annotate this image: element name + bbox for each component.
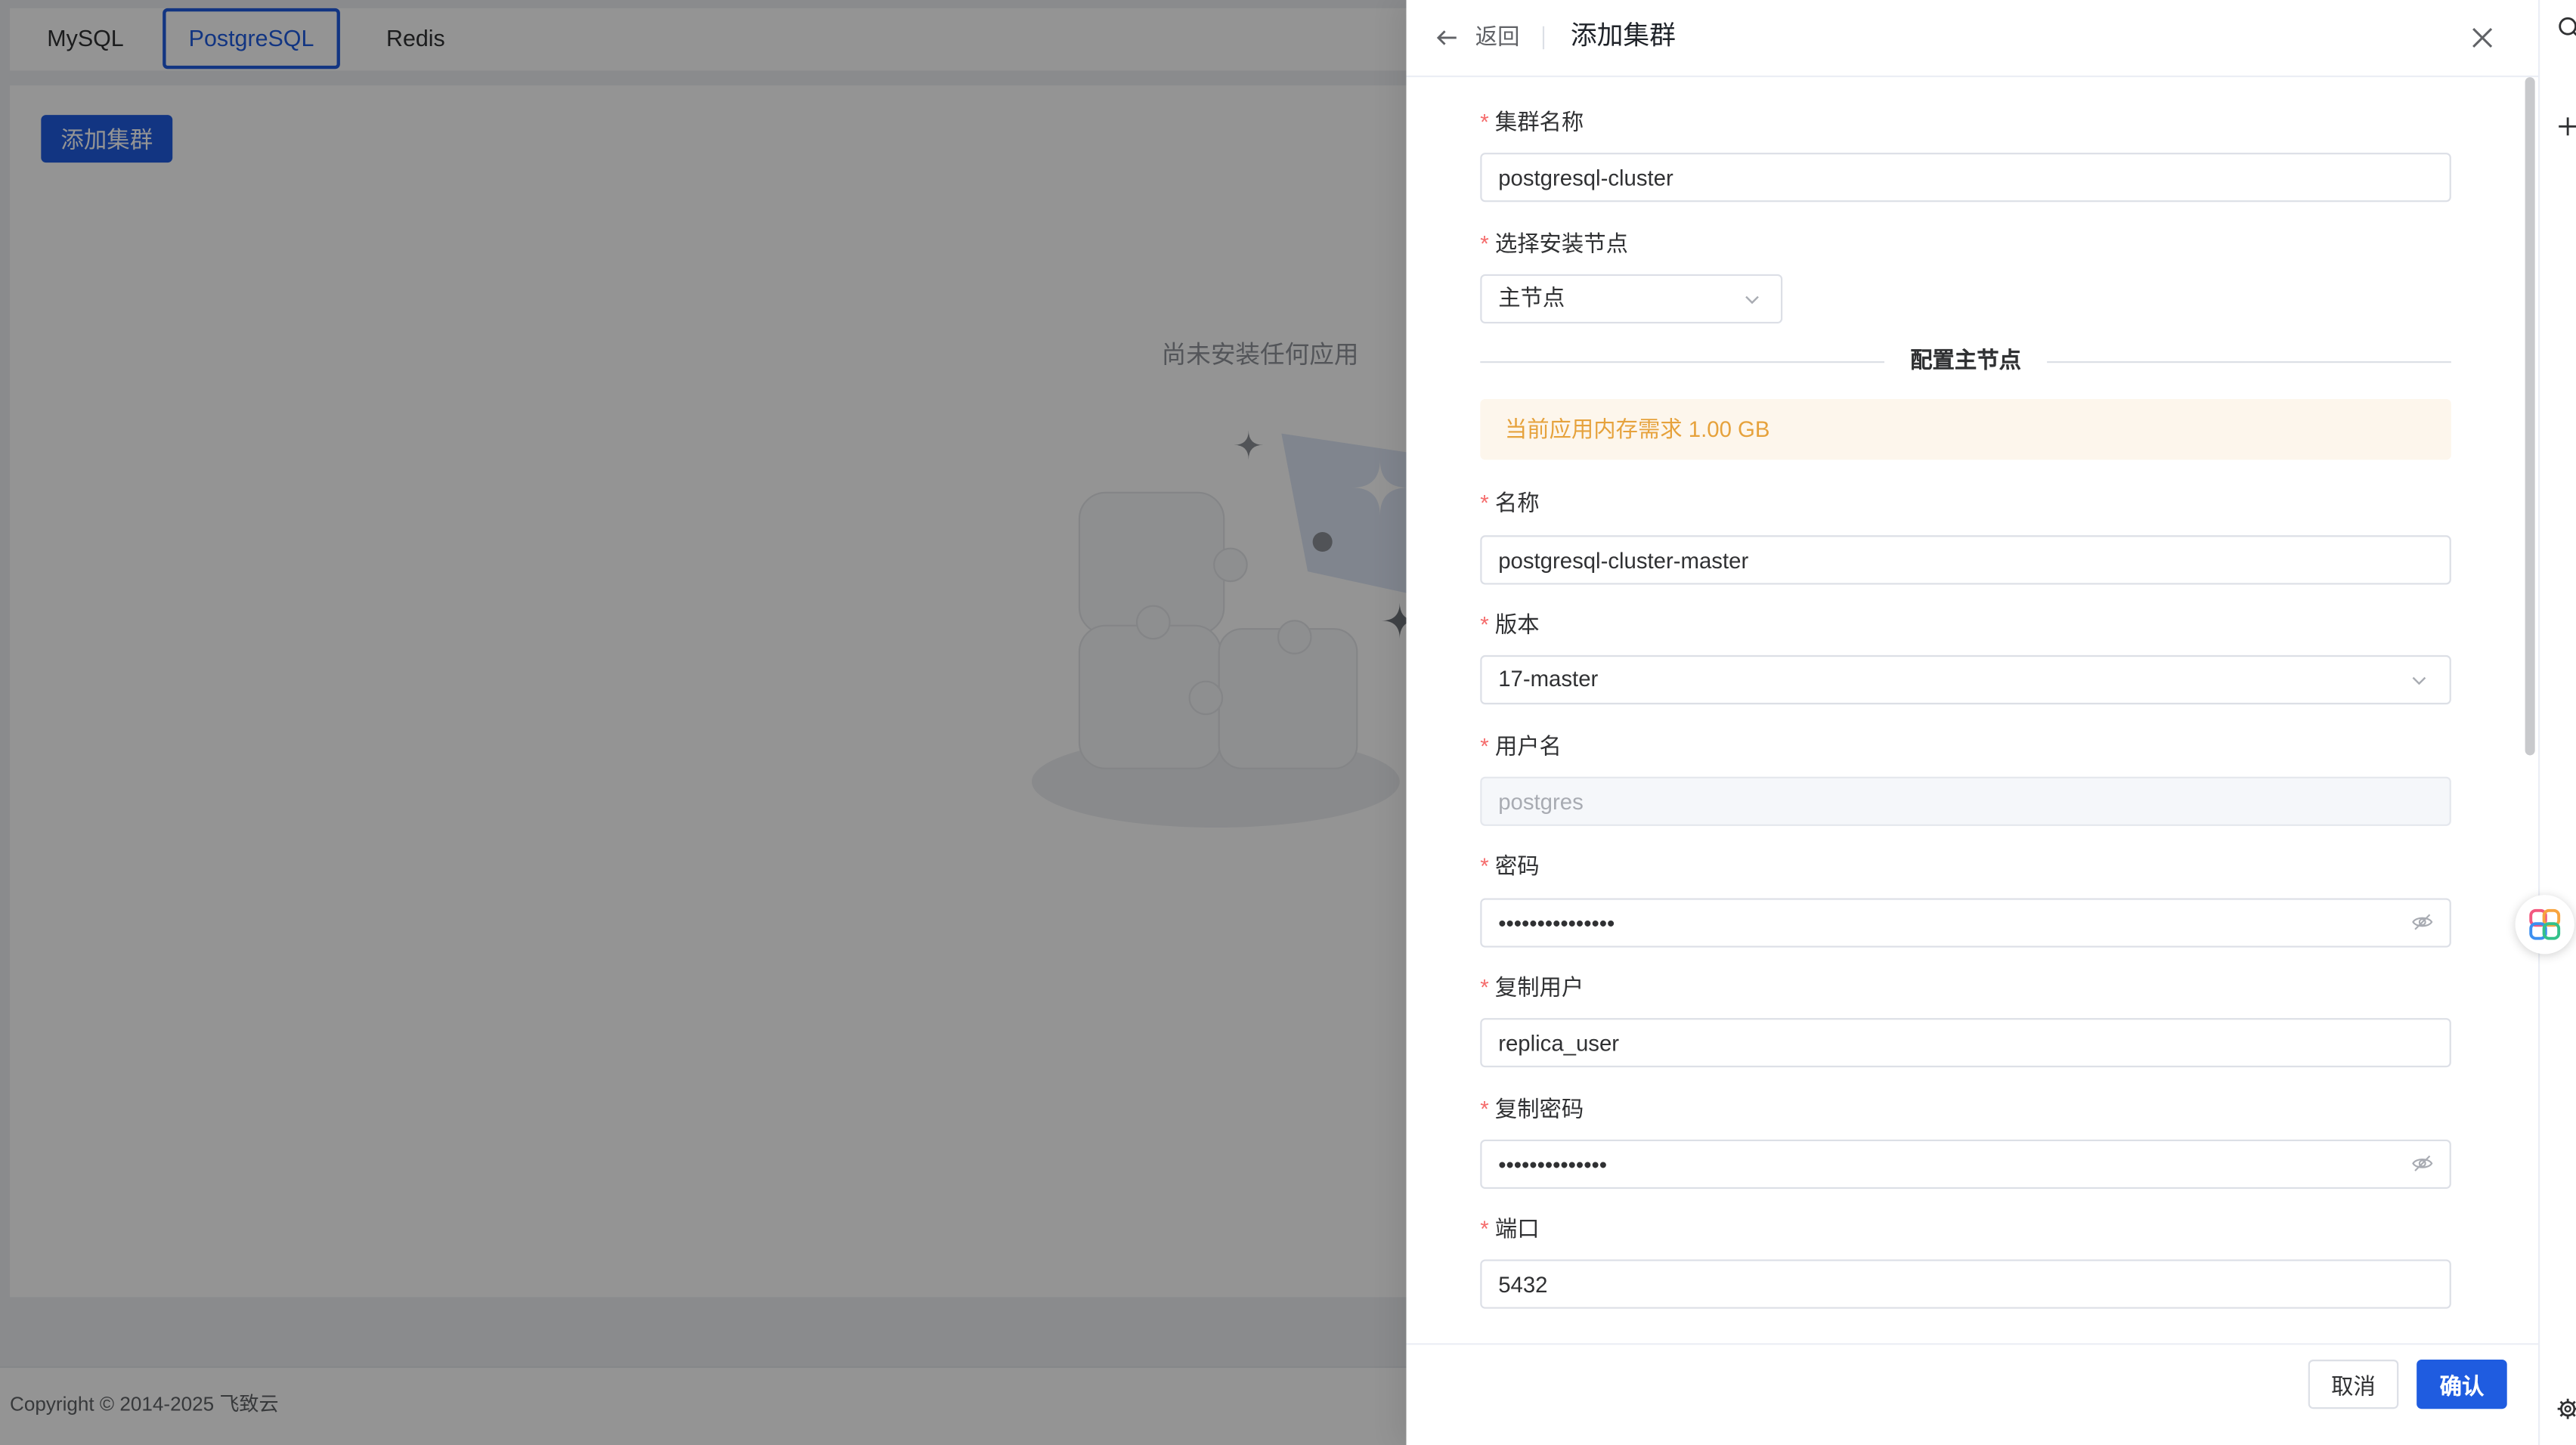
name-label-text: 名称 (1494, 490, 1540, 516)
required-mark: * (1480, 853, 1489, 879)
password-label: * 密码 (1480, 854, 1539, 880)
search-icon[interactable] (2556, 17, 2576, 39)
port-input[interactable] (1480, 1259, 2451, 1309)
cluster-name-label-text: 集群名称 (1494, 110, 1584, 135)
replica-password-label: * 复制密码 (1480, 1097, 1584, 1123)
required-mark: * (1480, 1216, 1489, 1242)
password-label-text: 密码 (1494, 853, 1540, 879)
install-node-label: * 选择安装节点 (1480, 231, 1628, 258)
required-mark: * (1480, 612, 1489, 638)
screen: MySQL PostgreSQL Redis 添加集群 尚未安装任何应用 Cop… (0, 0, 2576, 1445)
required-mark: * (1480, 734, 1489, 759)
name-input[interactable] (1480, 535, 2451, 585)
password-input[interactable] (1480, 898, 2451, 948)
back-arrow-icon[interactable] (1436, 26, 1459, 49)
install-node-value: 主节点 (1498, 286, 1565, 311)
drawer-title: 添加集群 (1570, 23, 1676, 51)
eye-off-icon[interactable] (2412, 1153, 2433, 1174)
replica-password-label-text: 复制密码 (1494, 1097, 1584, 1122)
required-mark: * (1480, 1097, 1489, 1122)
replica-user-label: * 复制用户 (1480, 976, 1584, 1002)
cancel-button[interactable]: 取消 (2308, 1360, 2399, 1409)
drawer-scrollbar[interactable] (2525, 77, 2535, 756)
install-node-label-text: 选择安装节点 (1494, 231, 1628, 256)
cluster-name-input[interactable] (1480, 153, 2451, 203)
drawer-header: 返回 添加集群 (1406, 0, 2539, 78)
version-select[interactable]: 17-master (1480, 654, 2451, 705)
chevron-down-icon (2412, 676, 2426, 685)
confirm-button[interactable]: 确认 (2417, 1360, 2507, 1409)
version-label-text: 版本 (1494, 612, 1540, 638)
memory-notice: 当前应用内存需求 1.00 GB (1480, 398, 2451, 460)
section-divider-right (2047, 360, 2451, 364)
replica-password-input[interactable] (1480, 1139, 2451, 1190)
assistant-logo-icon (2529, 908, 2561, 940)
plus-icon[interactable] (2556, 115, 2576, 138)
header-separator (1542, 26, 1545, 50)
settings-gear-icon[interactable] (2556, 1397, 2576, 1420)
username-input (1480, 776, 2451, 826)
version-label: * 版本 (1480, 612, 1539, 639)
port-label-text: 端口 (1494, 1216, 1540, 1242)
cluster-name-label: * 集群名称 (1480, 110, 1584, 137)
chevron-down-icon (1745, 295, 1759, 305)
memory-notice-text: 当前应用内存需求 1.00 GB (1504, 416, 1770, 442)
close-icon[interactable] (2471, 26, 2494, 49)
install-node-select[interactable]: 主节点 (1480, 274, 1783, 324)
replica-user-input[interactable] (1480, 1018, 2451, 1068)
required-mark: * (1480, 975, 1489, 1001)
replica-user-label-text: 复制用户 (1494, 975, 1584, 1001)
version-value: 17-master (1498, 667, 1599, 692)
drawer-footer-divider (1406, 1343, 2539, 1345)
required-mark: * (1480, 231, 1489, 256)
section-title: 配置主节点 (1910, 348, 2021, 373)
back-link[interactable]: 返回 (1475, 23, 1520, 52)
username-label: * 用户名 (1480, 734, 1562, 760)
eye-off-icon[interactable] (2412, 911, 2433, 933)
section-divider-left (1480, 360, 1884, 364)
add-cluster-drawer: 返回 添加集群 *集群名称 *选择安装节点 主节点 配置主节点 当前应用内存需求… (1406, 0, 2539, 1445)
port-label: * 端口 (1480, 1217, 1539, 1243)
assistant-logo-button[interactable] (2515, 895, 2574, 955)
right-toolbar (2538, 0, 2576, 1445)
required-mark: * (1480, 490, 1489, 516)
required-mark: * (1480, 110, 1489, 135)
name-label: * 名称 (1480, 491, 1539, 518)
replica-password-field (1480, 1139, 2451, 1190)
password-field (1480, 898, 2451, 948)
username-label-text: 用户名 (1494, 734, 1562, 759)
